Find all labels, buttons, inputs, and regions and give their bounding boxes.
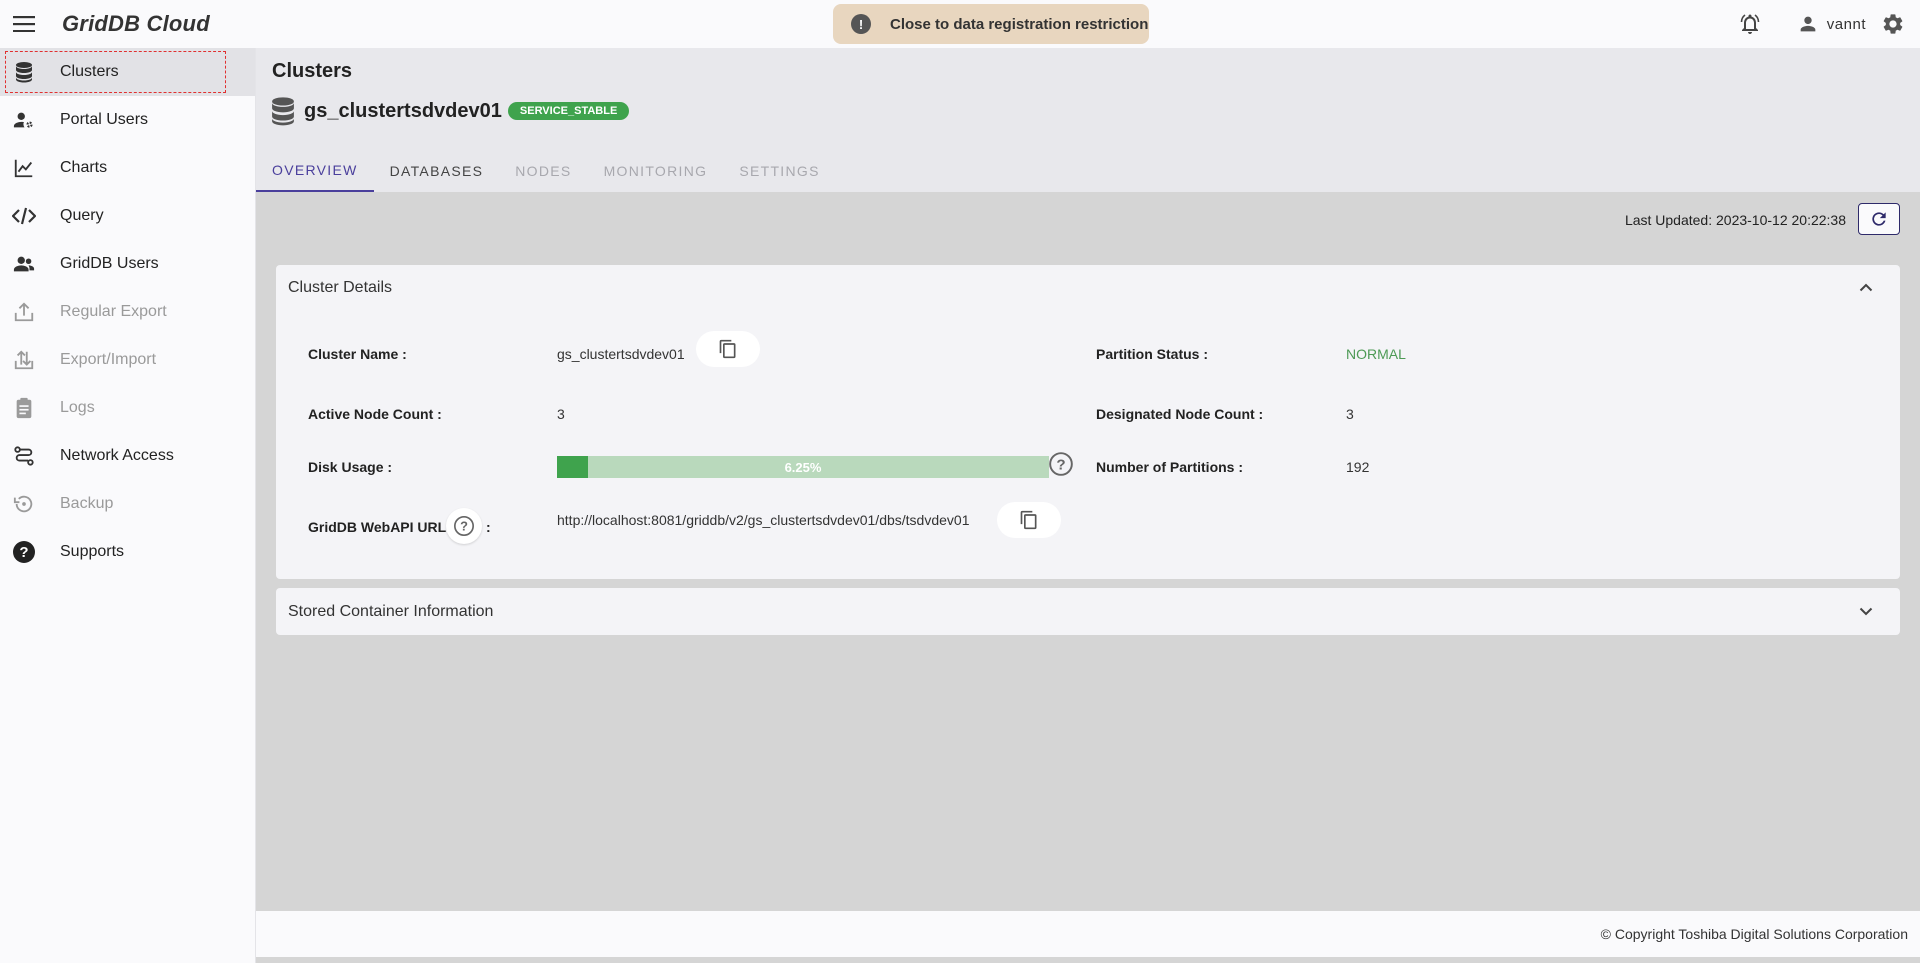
number-of-partitions-label: Number of Partitions : (1096, 459, 1244, 475)
hamburger-menu-icon[interactable] (0, 0, 48, 48)
webapi-url-value: http://localhost:8081/griddb/v2/gs_clust… (557, 512, 970, 528)
disk-usage-progress: 6.25% (557, 456, 1049, 478)
tab-databases[interactable]: DATABASES (374, 149, 500, 192)
user-name: vannt (1826, 15, 1866, 33)
disk-usage-percent: 6.25% (784, 459, 822, 475)
tab-bar: OVERVIEW DATABASES NODES MONITORING SETT… (256, 149, 836, 192)
clipboard-icon (12, 396, 36, 420)
sidebar-item-charts[interactable]: Charts (0, 144, 255, 192)
last-updated-text: Last Updated: 2023-10-12 20:22:38 (1624, 212, 1846, 228)
webapi-help-button[interactable]: ? (446, 508, 482, 544)
copy-icon (719, 339, 736, 359)
sidebar-item-supports[interactable]: ? Supports (0, 528, 255, 576)
restriction-notice: ! Close to data registration restriction (833, 4, 1149, 44)
help-outline-icon: ? (454, 516, 474, 536)
database-icon (272, 97, 294, 126)
network-route-icon (12, 444, 36, 468)
notification-bell-icon[interactable] (1735, 9, 1765, 39)
sidebar-item-label: Charts (60, 159, 108, 176)
top-right-actions: vannt (1735, 0, 1920, 48)
number-of-partitions-value: 192 (1346, 459, 1370, 475)
partition-status-value: NORMAL (1346, 346, 1406, 362)
cluster-name-value: gs_clustertsdvdev01 (557, 346, 685, 362)
sidebar-item-label: GridDB Users (60, 255, 159, 272)
sidebar-item-label: Portal Users (60, 111, 149, 128)
sidebar: Clusters Portal Users Charts Query GridD… (0, 48, 256, 963)
disk-usage-label: Disk Usage : (308, 459, 393, 475)
disk-usage-help-button[interactable]: ? (1046, 449, 1076, 479)
sidebar-item-label: Clusters (60, 63, 119, 80)
refresh-button[interactable] (1858, 203, 1900, 235)
cluster-name-heading: gs_clustertsdvdev01 (304, 99, 502, 122)
sidebar-item-label: Regular Export (60, 303, 167, 320)
user-menu[interactable]: vannt (1797, 13, 1866, 35)
export-icon (12, 300, 36, 324)
webapi-url-colon: : (486, 519, 491, 535)
cluster-details-header[interactable]: Cluster Details (276, 265, 1900, 310)
tab-overview[interactable]: OVERVIEW (256, 149, 374, 192)
copy-webapi-url-button[interactable] (997, 502, 1061, 538)
sidebar-item-label: Supports (60, 543, 125, 560)
sidebar-item-label: Network Access (60, 447, 174, 464)
cluster-name-label: Cluster Name : (308, 346, 407, 362)
stored-container-header[interactable]: Stored Container Information (276, 588, 1900, 635)
line-chart-icon (12, 156, 36, 180)
help-outline-icon: ? (1049, 452, 1073, 476)
refresh-icon (1872, 212, 1886, 226)
svg-text:?: ? (1056, 456, 1065, 473)
svg-text:?: ? (19, 544, 28, 561)
code-icon (12, 204, 36, 228)
stored-container-panel: Stored Container Information (276, 588, 1900, 635)
copy-icon (1020, 510, 1037, 530)
sidebar-item-query[interactable]: Query (0, 192, 255, 240)
notice-text: Close to data registration restriction (890, 15, 1149, 33)
sidebar-item-network-access[interactable]: Network Access (0, 432, 255, 480)
import-export-icon (12, 348, 36, 372)
sidebar-item-griddb-users[interactable]: GridDB Users (0, 240, 255, 288)
designated-node-count-label: Designated Node Count : (1096, 406, 1264, 422)
top-bar: GridDB Cloud ! Close to data registratio… (0, 0, 1920, 48)
app-brand: GridDB Cloud (62, 11, 210, 36)
active-node-count-value: 3 (557, 406, 565, 422)
backup-restore-icon (12, 492, 36, 516)
status-badge: SERVICE_STABLE (507, 102, 630, 120)
partition-status-label: Partition Status : (1096, 346, 1209, 362)
cluster-details-panel: Cluster Details Cluster Name : gs_cluste… (276, 265, 1900, 579)
sidebar-item-logs[interactable]: Logs (0, 384, 255, 432)
tab-monitoring[interactable]: MONITORING (588, 149, 724, 192)
footer: © Copyright Toshiba Digital Solutions Co… (256, 911, 1920, 959)
exclamation-icon: ! (851, 14, 871, 34)
designated-node-count-value: 3 (1346, 406, 1354, 422)
copyright-text: © Copyright Toshiba Digital Solutions Co… (1600, 926, 1908, 942)
sidebar-item-portal-users[interactable]: Portal Users (0, 96, 255, 144)
sidebar-item-export-import[interactable]: Export/Import (0, 336, 255, 384)
active-node-count-label: Active Node Count : (308, 406, 442, 422)
sidebar-item-label: Export/Import (60, 351, 157, 368)
sidebar-item-backup[interactable]: Backup (0, 480, 255, 528)
sidebar-item-label: Query (60, 207, 104, 224)
settings-gear-icon[interactable] (1878, 9, 1908, 39)
page-title: Clusters (272, 60, 353, 82)
copy-cluster-name-button[interactable] (696, 331, 760, 367)
sidebar-item-label: Backup (60, 495, 114, 512)
database-icon (12, 60, 36, 84)
tab-nodes[interactable]: NODES (499, 149, 587, 192)
person-icon (1800, 16, 1816, 32)
chevron-up-icon (1856, 277, 1876, 297)
chevron-down-icon (1856, 602, 1876, 622)
overview-content: Last Updated: 2023-10-12 20:22:38 Cluste… (256, 192, 1920, 911)
panel-title: Cluster Details (288, 278, 393, 296)
group-icon (12, 252, 36, 276)
sidebar-item-clusters[interactable]: Clusters (0, 48, 255, 96)
help-circle-icon: ? (12, 540, 36, 564)
user-settings-icon (12, 108, 36, 132)
sidebar-item-label: Logs (60, 399, 95, 416)
panel-title: Stored Container Information (288, 602, 494, 620)
sidebar-item-regular-export[interactable]: Regular Export (0, 288, 255, 336)
webapi-url-label: GridDB WebAPI URL (308, 519, 447, 535)
tab-settings[interactable]: SETTINGS (723, 149, 835, 192)
cluster-heading: gs_clustertsdvdev01 SERVICE_STABLE (270, 96, 630, 126)
svg-text:?: ? (460, 519, 468, 534)
